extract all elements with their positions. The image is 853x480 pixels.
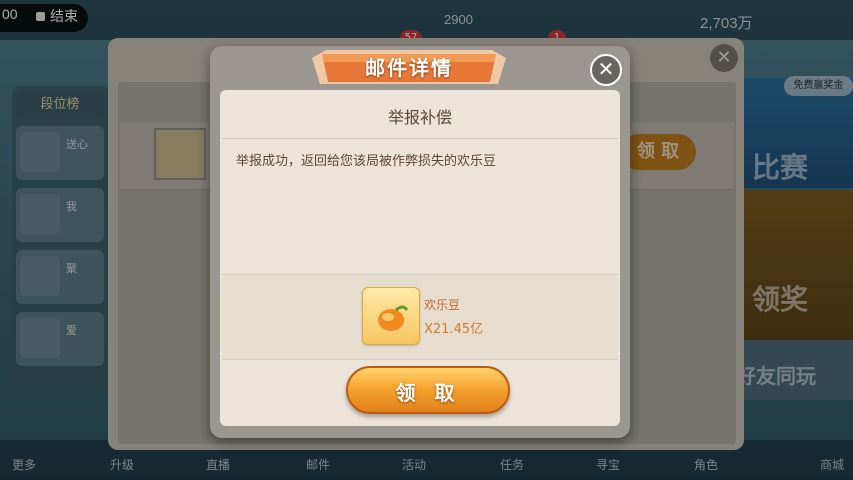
claim-button[interactable] xyxy=(346,366,510,414)
divider xyxy=(222,138,618,139)
reward-quantity: X21.45亿 xyxy=(424,322,484,337)
bean-icon xyxy=(362,287,420,345)
dialog-title: 邮件详情 xyxy=(365,56,453,80)
reward-name: 欢乐豆 xyxy=(424,298,461,312)
mail-subject: 举报补偿 xyxy=(387,108,452,127)
close-icon[interactable]: ✕ xyxy=(590,54,622,86)
mail-message: 举报成功，返回给您该局被作弊损失的欢乐豆 xyxy=(236,154,497,169)
divider xyxy=(222,359,618,360)
